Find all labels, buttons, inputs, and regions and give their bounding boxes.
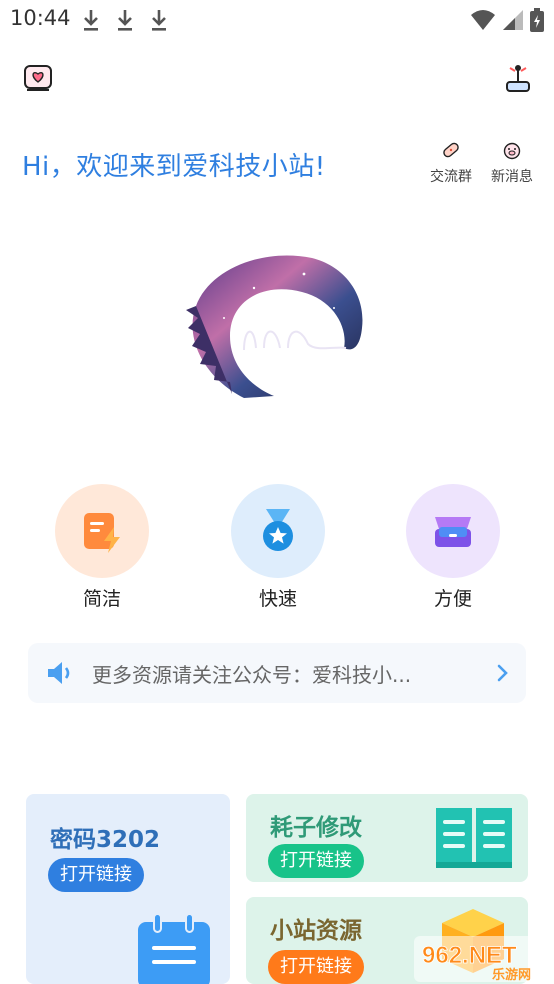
quick-action-group-chat[interactable]: 交流群	[424, 140, 478, 186]
bandage-icon	[443, 142, 459, 158]
feature-simple[interactable]: 简洁	[55, 484, 149, 611]
feature-icon-circle	[406, 484, 500, 578]
download-icon	[152, 10, 166, 31]
status-bar: 10:44	[0, 0, 554, 38]
notice-bar[interactable]: 更多资源请关注公众号：爱科技小...	[28, 643, 526, 703]
open-link-button[interactable]: 打开链接	[268, 844, 364, 878]
feature-fast[interactable]: 快速	[231, 484, 325, 611]
svg-text:962.NET: 962.NET	[422, 942, 517, 969]
feature-label: 简洁	[82, 588, 121, 610]
chevron-right-icon[interactable]	[496, 662, 510, 684]
card-title: 耗子修改	[270, 815, 362, 841]
feature-icon-circle	[231, 484, 325, 578]
open-book-icon	[436, 808, 512, 868]
app-logo	[186, 255, 363, 398]
quick-action-new-message[interactable]: 新消息	[485, 140, 539, 186]
open-link-button[interactable]: 打开链接	[268, 950, 364, 984]
feature-label: 快速	[258, 588, 297, 610]
quick-action-label: 交流群	[430, 169, 472, 185]
feature-convenient[interactable]: 方便	[406, 484, 500, 611]
feature-label: 方便	[433, 588, 472, 610]
pig-face-icon	[503, 142, 521, 160]
notebook-heart-icon[interactable]	[22, 62, 54, 94]
card-password[interactable]: 密码3202 打开链接	[26, 794, 230, 984]
card-modify[interactable]: 耗子修改 打开链接	[246, 794, 528, 882]
quick-action-label: 新消息	[491, 169, 533, 185]
speaker-icon	[48, 662, 70, 684]
card-title: 密码3202	[50, 827, 161, 853]
watermark-logo: 962.NET 乐游网	[414, 936, 550, 982]
notice-text: 更多资源请关注公众号：爱科技小...	[92, 663, 412, 687]
status-time: 10:44	[10, 6, 71, 30]
joystick-icon[interactable]	[502, 62, 534, 94]
card-title: 小站资源	[270, 918, 362, 944]
download-icon	[84, 10, 98, 31]
battery-icon	[530, 8, 544, 32]
download-icon	[118, 10, 132, 31]
wifi-icon	[471, 10, 495, 30]
open-link-button[interactable]: 打开链接	[48, 858, 144, 892]
medal-star-icon	[263, 509, 293, 551]
greeting-title: Hi，欢迎来到爱科技小站!	[22, 152, 326, 182]
feature-icon-circle	[55, 484, 149, 578]
signal-icon	[503, 10, 523, 30]
notepad-icon	[138, 913, 210, 984]
document-bolt-icon	[84, 513, 120, 553]
inbox-box-icon	[435, 517, 471, 547]
svg-text:乐游网: 乐游网	[492, 967, 531, 982]
